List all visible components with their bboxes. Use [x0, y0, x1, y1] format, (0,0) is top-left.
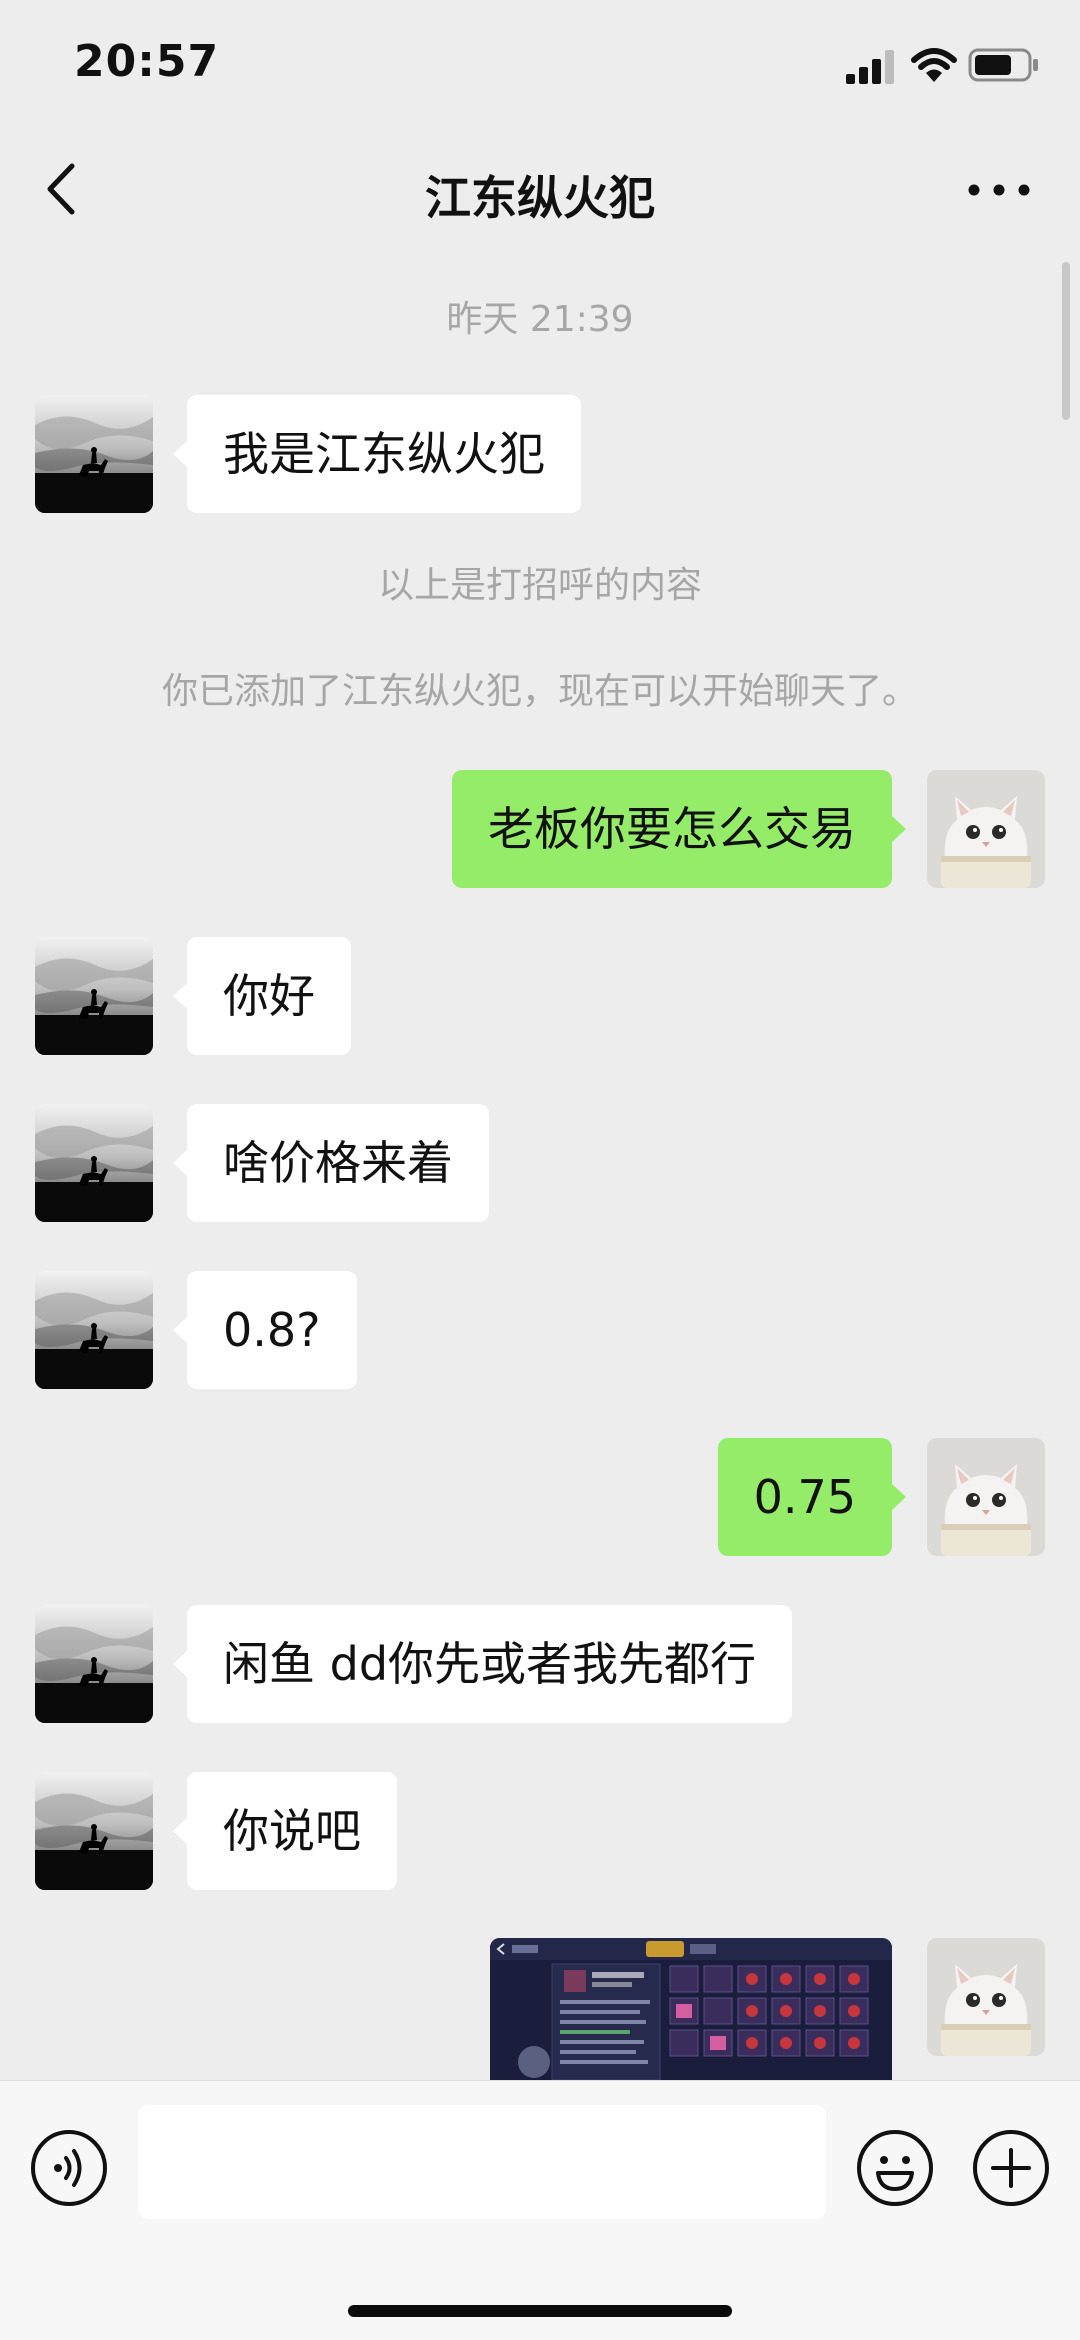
contact-avatar[interactable] [35, 1605, 153, 1723]
game-screenshot-image [490, 1938, 892, 2080]
battery-icon [968, 48, 1038, 82]
my-avatar[interactable] [927, 770, 1045, 888]
image-message[interactable] [490, 1938, 892, 2080]
message-bubble-outgoing[interactable]: 0.75 [717, 1438, 907, 1556]
voice-icon[interactable] [30, 2129, 108, 2207]
my-avatar[interactable] [927, 1438, 1045, 1556]
emoji-icon[interactable] [856, 2129, 934, 2207]
message-bubble-incoming[interactable]: 0.8? [173, 1271, 357, 1389]
system-message: 你已添加了江东纵火犯，现在可以开始聊天了。 [161, 671, 918, 712]
input-bar [0, 2080, 1080, 2340]
chat-timestamp: 昨天 21:39 [446, 299, 634, 340]
nav-bar: 江东纵火犯 [0, 132, 1080, 252]
signal-icon [846, 50, 894, 84]
message-bubble-incoming[interactable]: 你说吧 [173, 1772, 397, 1890]
plus-icon[interactable] [972, 2129, 1050, 2207]
contact-avatar[interactable] [35, 1772, 153, 1890]
more-dots-icon[interactable] [964, 162, 1034, 218]
status-time: 20:57 [74, 36, 220, 87]
message-bubble-outgoing[interactable]: 老板你要怎么交易 [452, 770, 906, 888]
contact-avatar[interactable] [35, 937, 153, 1055]
message-bubble-incoming[interactable]: 我是江东纵火犯 [173, 395, 581, 513]
wifi-icon [911, 48, 957, 82]
message-bubble-incoming[interactable]: 你好 [173, 937, 351, 1055]
page-title: 江东纵火犯 [425, 171, 655, 225]
contact-avatar[interactable] [35, 1271, 153, 1389]
system-message: 以上是打招呼的内容 [377, 565, 702, 606]
contact-avatar[interactable] [35, 395, 153, 513]
message-input[interactable] [138, 2105, 826, 2219]
contact-avatar[interactable] [35, 1104, 153, 1222]
message-bubble-incoming[interactable]: 啥价格来着 [173, 1104, 489, 1222]
my-avatar[interactable] [927, 1938, 1045, 2056]
home-indicator[interactable] [348, 2305, 732, 2317]
status-bar: 20:57 [0, 0, 1080, 132]
message-bubble-incoming[interactable]: 闲鱼 dd你先或者我先都行 [172, 1605, 793, 1723]
